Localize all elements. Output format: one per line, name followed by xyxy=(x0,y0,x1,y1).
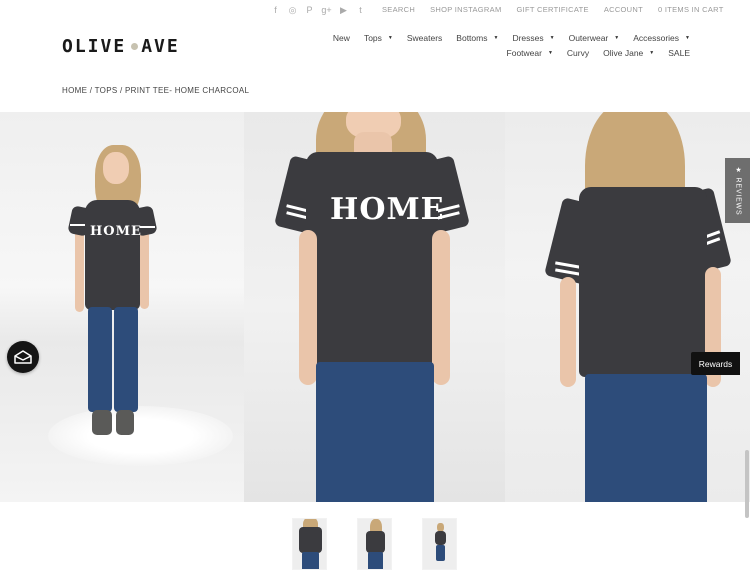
nav-item-footwear[interactable]: Footwear ▼ xyxy=(507,48,553,58)
shirt-body xyxy=(435,531,446,545)
caret-down-icon: ▼ xyxy=(493,35,499,41)
reviews-tab[interactable]: ★ REVIEWS xyxy=(725,158,750,223)
nav-item-label: Tops xyxy=(363,33,382,43)
pinterest-icon[interactable]: P xyxy=(301,4,318,16)
product-photo-back-view[interactable] xyxy=(505,112,750,502)
main-nav-row-1: New Tops ▼ Sweaters Bottoms ▼ Dresses ▼ Out… xyxy=(290,33,690,43)
facebook-icon[interactable]: f xyxy=(267,4,284,16)
nav-item-dresses[interactable]: Dresses ▼ xyxy=(512,33,554,43)
nav-item-olive-jane[interactable]: Olive Jane ▼ xyxy=(603,48,654,58)
shop-instagram-link[interactable]: SHOP INSTAGRAM xyxy=(430,5,501,14)
account-link[interactable]: ACCOUNT xyxy=(604,5,643,14)
logo-text-right: AVE xyxy=(141,36,180,57)
caret-down-icon: ▼ xyxy=(547,50,553,56)
shoe-right xyxy=(116,410,134,435)
jeans-left-leg xyxy=(88,307,112,412)
nav-item-tops[interactable]: Tops ▼ xyxy=(364,33,393,43)
reviews-tab-label: ★ REVIEWS xyxy=(734,165,742,216)
nav-item-label: Bottoms xyxy=(456,33,488,43)
caret-down-icon: ▼ xyxy=(387,35,393,41)
product-photo-full-body[interactable]: HOME xyxy=(0,112,244,502)
main-nav-row-2: Footwear ▼ Curvy Olive Jane ▼ SALE xyxy=(290,48,690,58)
envelope-icon xyxy=(14,350,32,364)
nav-item-sweaters[interactable]: Sweaters xyxy=(407,33,442,43)
model-face xyxy=(103,152,129,184)
shirt-body xyxy=(306,152,438,367)
site-logo[interactable]: OLIVE AVE xyxy=(62,36,180,57)
nav-item-outerwear[interactable]: Outerwear ▼ xyxy=(569,33,620,43)
nav-item-label: Footwear xyxy=(506,48,542,58)
logo-text-left: OLIVE xyxy=(62,36,127,57)
shoe-left xyxy=(92,410,112,435)
shirt-body xyxy=(85,200,140,310)
breadcrumb[interactable]: HOME / TOPS / PRINT TEE- HOME CHARCOAL xyxy=(62,86,249,95)
thumbnail-back-view[interactable] xyxy=(357,518,392,570)
shirt-body xyxy=(299,527,322,553)
nav-item-label: Outerwear xyxy=(568,33,609,43)
nav-item-curvy[interactable]: Curvy xyxy=(567,48,589,58)
social-links: f ◎ P g+ ▶ t xyxy=(267,4,369,16)
twitter-icon[interactable]: t xyxy=(352,4,369,16)
nav-item-label: SALE xyxy=(668,48,690,58)
product-gallery: HOME HOME xyxy=(0,112,750,502)
model-arm-left xyxy=(75,227,84,312)
nav-item-bottoms[interactable]: Bottoms ▼ xyxy=(456,33,498,43)
caret-down-icon: ▼ xyxy=(614,35,620,41)
gift-certificate-link[interactable]: GIFT CERTIFICATE xyxy=(517,5,589,14)
nav-item-label: New xyxy=(332,33,350,43)
caret-down-icon: ▼ xyxy=(649,50,655,56)
model-arm-right xyxy=(432,230,450,385)
google-plus-icon[interactable]: g+ xyxy=(318,4,335,16)
nav-item-label: Accessories xyxy=(633,33,680,43)
model-arm-left xyxy=(560,277,576,387)
thumbnail-front-closeup[interactable] xyxy=(292,518,327,570)
jeans xyxy=(316,362,434,502)
search-link[interactable]: SEARCH xyxy=(382,5,415,14)
thumbnail-strip xyxy=(0,518,750,570)
nav-item-label: Curvy xyxy=(566,48,590,58)
product-photo-front-closeup[interactable]: HOME xyxy=(244,112,505,502)
nav-item-sale[interactable]: SALE xyxy=(668,48,690,58)
shirt-body xyxy=(579,187,707,377)
fur-rug xyxy=(48,406,233,466)
caret-down-icon: ▼ xyxy=(549,35,555,41)
rewards-button[interactable]: Rewards xyxy=(691,352,740,375)
caret-down-icon: ▼ xyxy=(685,35,690,41)
jeans xyxy=(585,374,707,502)
logo-dot xyxy=(131,43,139,50)
jeans-right-leg xyxy=(114,307,138,412)
nav-item-label: Sweaters xyxy=(406,33,443,43)
nav-item-new[interactable]: New xyxy=(333,33,350,43)
thumbnail-full-body[interactable] xyxy=(422,518,457,570)
cart-link[interactable]: 0 ITEMS IN CART xyxy=(658,5,724,14)
top-utility-bar: f ◎ P g+ ▶ t SEARCH SHOP INSTAGRAM GIFT … xyxy=(0,4,750,18)
jeans xyxy=(436,545,445,561)
model-arm-left xyxy=(299,230,317,385)
page-scrollbar[interactable] xyxy=(745,450,749,518)
model-arm-right xyxy=(140,227,149,309)
shirt-body xyxy=(366,531,385,553)
shirt-print: HOME xyxy=(330,192,445,227)
jeans xyxy=(302,552,319,569)
shirt-print: HOME xyxy=(90,224,142,239)
youtube-icon[interactable]: ▶ xyxy=(335,4,352,16)
utility-links: SEARCH SHOP INSTAGRAM GIFT CERTIFICATE A… xyxy=(382,5,739,14)
jeans xyxy=(368,552,383,569)
nav-item-label: Olive Jane xyxy=(603,48,644,58)
nav-item-accessories[interactable]: Accessories ▼ xyxy=(633,33,690,43)
email-signup-button[interactable] xyxy=(7,341,39,373)
instagram-icon[interactable]: ◎ xyxy=(284,4,301,16)
main-nav: New Tops ▼ Sweaters Bottoms ▼ Dresses ▼ Out… xyxy=(290,33,690,58)
nav-item-label: Dresses xyxy=(512,33,544,43)
